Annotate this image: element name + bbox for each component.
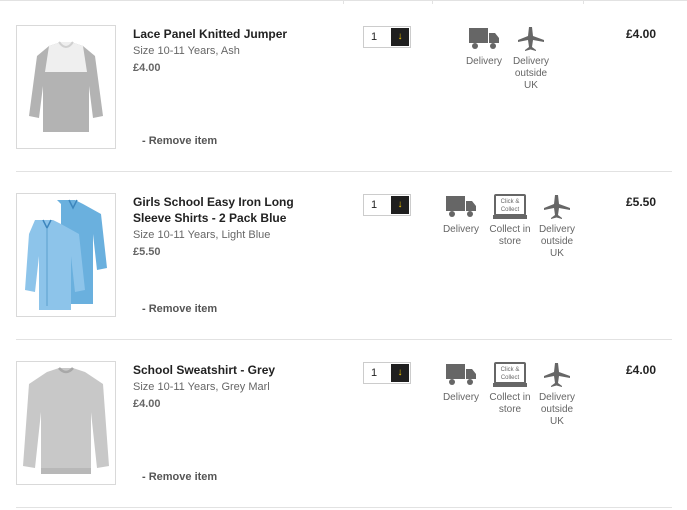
click-collect-badge-line2: Collect — [501, 207, 520, 213]
row-divider — [16, 507, 672, 508]
delivery-outside-uk-label: Delivery outside UK — [538, 224, 576, 259]
product-name[interactable]: School Sweatshirt - Grey — [133, 362, 303, 378]
collect-in-store-label: Collect in store — [489, 392, 531, 415]
delivery-option: Delivery — [437, 194, 485, 236]
remove-item-link[interactable]: - Remove item — [142, 471, 217, 483]
quantity-dropdown-button[interactable]: ↓ — [391, 28, 409, 46]
remove-item-link[interactable]: - Remove item — [142, 303, 217, 315]
line-total-price: £4.00 — [626, 363, 657, 377]
delivery-outside-uk-option: Delivery outside UK — [507, 26, 555, 92]
line-total-price: £4.00 — [626, 27, 657, 41]
product-image-school-sweatshirt[interactable] — [16, 361, 116, 485]
line-total-price: £5.50 — [626, 195, 657, 209]
product-unit-price: £5.50 — [133, 246, 161, 258]
basket-row: Girls School Easy Iron Long Sleeve Shirt… — [16, 172, 672, 340]
delivery-outside-uk-label: Delivery outside UK — [512, 56, 550, 91]
quantity-value: 1 — [371, 31, 378, 43]
delivery-outside-uk-option: Delivery outside UK — [533, 194, 581, 260]
airplane-icon — [518, 27, 544, 51]
product-name[interactable]: Lace Panel Knitted Jumper — [133, 26, 303, 42]
remove-item-link[interactable]: - Remove item — [142, 135, 217, 147]
quantity-select[interactable]: 1 ↓ — [363, 26, 411, 48]
product-image-lace-jumper[interactable] — [16, 25, 116, 149]
collect-in-store-option: Click & Collect Collect in store — [486, 194, 534, 248]
delivery-truck-icon — [469, 28, 499, 49]
collect-in-store-label: Collect in store — [489, 224, 531, 247]
delivery-option: Delivery — [437, 362, 485, 404]
product-size: Size 10-11 Years, Light Blue — [133, 229, 271, 241]
product-unit-price: £4.00 — [133, 62, 161, 74]
product-size: Size 10-11 Years, Grey Marl — [133, 381, 270, 393]
airplane-icon — [544, 363, 570, 387]
delivery-option: Delivery — [460, 26, 508, 68]
basket-row: Lace Panel Knitted Jumper Size 10-11 Yea… — [16, 4, 672, 172]
product-image-school-shirts[interactable] — [16, 193, 116, 317]
airplane-icon — [544, 195, 570, 219]
delivery-truck-icon — [446, 196, 476, 217]
quantity-dropdown-button[interactable]: ↓ — [391, 364, 409, 382]
click-collect-badge-line1: Click & — [501, 367, 520, 373]
delivery-outside-uk-option: Delivery outside UK — [533, 362, 581, 428]
delivery-label: Delivery — [442, 224, 480, 235]
click-collect-badge-line2: Collect — [501, 375, 520, 381]
delivery-label: Delivery — [465, 56, 503, 67]
basket-row: School Sweatshirt - Grey Size 10-11 Year… — [16, 340, 672, 508]
delivery-label: Delivery — [442, 392, 480, 403]
quantity-dropdown-button[interactable]: ↓ — [391, 196, 409, 214]
collect-in-store-option: Click & Collect Collect in store — [486, 362, 534, 416]
click-and-collect-icon: Click & Collect — [493, 362, 527, 387]
delivery-outside-uk-label: Delivery outside UK — [538, 392, 576, 427]
quantity-value: 1 — [371, 367, 378, 379]
delivery-truck-icon — [446, 364, 476, 385]
quantity-select[interactable]: 1 ↓ — [363, 194, 411, 216]
click-collect-badge-line1: Click & — [501, 199, 520, 205]
product-unit-price: £4.00 — [133, 398, 161, 410]
product-name[interactable]: Girls School Easy Iron Long Sleeve Shirt… — [133, 194, 303, 226]
product-size: Size 10-11 Years, Ash — [133, 45, 240, 57]
quantity-value: 1 — [371, 199, 378, 211]
quantity-select[interactable]: 1 ↓ — [363, 362, 411, 384]
click-and-collect-icon: Click & Collect — [493, 194, 527, 219]
